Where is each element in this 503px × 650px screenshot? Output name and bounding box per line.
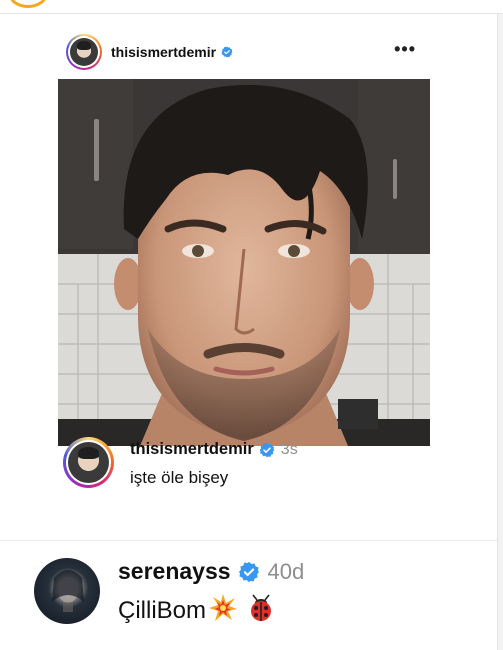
comment-text: ÇilliBom: [118, 596, 207, 624]
post-username[interactable]: thisismertdemir: [111, 44, 216, 60]
verified-badge-icon: [221, 46, 233, 58]
comment-text: işte öle bişey: [130, 468, 229, 487]
comment-timestamp: 3s: [280, 440, 298, 458]
post-header: thisismertdemir •••: [58, 28, 430, 76]
comment-item: thisismertdemir 3s işte öle bişey: [60, 434, 432, 514]
previous-content-fragment: [0, 0, 503, 14]
avatar-photo: [68, 442, 109, 483]
story-ring-fragment: [8, 0, 48, 8]
divider: [0, 540, 497, 541]
shared-post-card[interactable]: thisismertdemir •••: [58, 28, 430, 446]
comment-item: serenayss 40d ÇilliBom: [0, 548, 497, 648]
comment-timestamp: 40d: [267, 558, 305, 584]
ladybug-emoji: [246, 593, 276, 628]
post-avatar[interactable]: [66, 34, 102, 70]
comment-username[interactable]: thisismertdemir: [130, 440, 254, 459]
more-options-icon[interactable]: •••: [394, 40, 416, 58]
verified-badge-icon: [238, 561, 260, 583]
avatar-photo: [70, 38, 98, 66]
post-image[interactable]: [58, 79, 430, 446]
collision-emoji: [208, 593, 238, 628]
comment-username[interactable]: serenayss: [118, 558, 231, 585]
comment-body: ÇilliBom: [118, 593, 276, 628]
comment-avatar[interactable]: [63, 437, 114, 488]
verified-badge-icon: [259, 442, 275, 458]
comment-avatar[interactable]: [34, 558, 100, 624]
comment-header: serenayss 40d: [118, 558, 304, 585]
comment-header: thisismertdemir 3s: [130, 440, 298, 459]
scrollbar-edge: [497, 14, 503, 650]
